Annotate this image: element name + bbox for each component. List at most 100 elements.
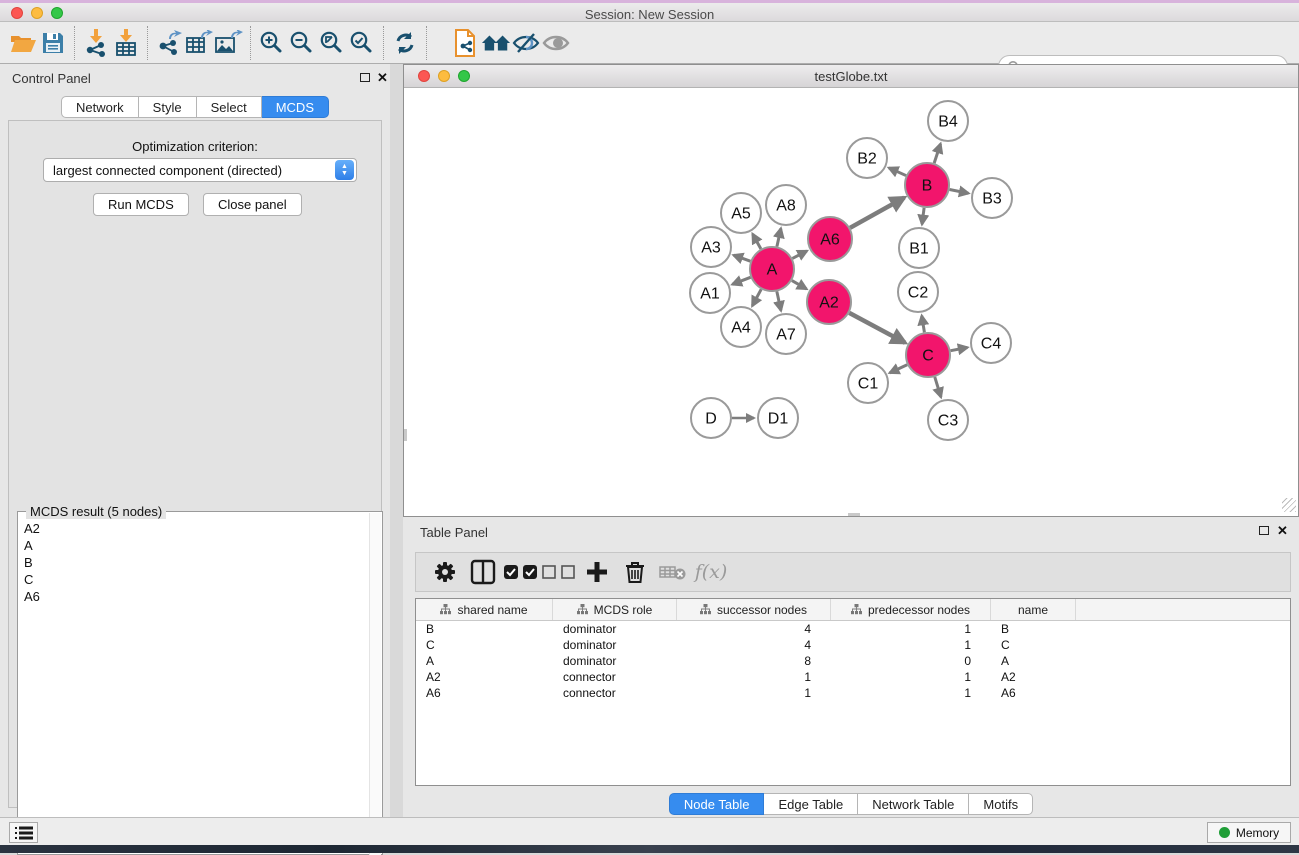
add-column-icon[interactable]: [578, 557, 616, 587]
network-window-titlebar[interactable]: testGlobe.txt: [404, 65, 1298, 88]
zoom-selected-icon[interactable]: [347, 28, 377, 58]
table-body[interactable]: Bdominator41BCdominator41CAdominator80AA…: [416, 621, 1290, 701]
edge-A-A6[interactable]: [792, 251, 806, 258]
graph-node-A5[interactable]: A5: [721, 193, 761, 233]
zoom-out-icon[interactable]: [287, 28, 317, 58]
table-cell[interactable]: dominator: [553, 621, 677, 637]
tab-select[interactable]: Select: [197, 96, 262, 118]
scrollbar[interactable]: [369, 513, 381, 855]
edge-A-A7[interactable]: [777, 291, 781, 310]
tab-mcds[interactable]: MCDS: [262, 96, 329, 118]
edge-C-C2[interactable]: [922, 316, 925, 333]
column-header-name[interactable]: name: [991, 599, 1076, 620]
zoom-fit-icon[interactable]: [317, 28, 347, 58]
edge-C-C1[interactable]: [890, 365, 907, 373]
edge-B-B1[interactable]: [922, 208, 924, 224]
table-cell[interactable]: connector: [553, 685, 677, 701]
network-graph-canvas[interactable]: B4B2BB3B1A5A8A6A3AA1A2A4A7C2CC4C1C3DD1: [404, 88, 1298, 516]
column-header-shared-name[interactable]: shared name: [416, 599, 553, 620]
graph-node-C2[interactable]: C2: [898, 272, 938, 312]
mcds-result-item[interactable]: A6: [20, 588, 368, 605]
graph-node-B[interactable]: B: [905, 163, 949, 207]
table-cell[interactable]: A: [991, 653, 1076, 669]
deselect-all-checkboxes-icon[interactable]: [540, 557, 578, 587]
show-panels-icon[interactable]: [541, 28, 571, 58]
graph-node-C4[interactable]: C4: [971, 323, 1011, 363]
close-panel-icon[interactable]: ✕: [1277, 523, 1288, 539]
graph-node-C1[interactable]: C1: [848, 363, 888, 403]
table-row[interactable]: A6connector11A6: [416, 685, 1290, 701]
delete-columns-icon[interactable]: [616, 557, 654, 587]
zoom-in-icon[interactable]: [257, 28, 287, 58]
tab-node-table[interactable]: Node Table: [669, 793, 765, 815]
edge-A6-B[interactable]: [850, 198, 904, 228]
graph-node-D1[interactable]: D1: [758, 398, 798, 438]
graph-node-A1[interactable]: A1: [690, 273, 730, 313]
float-panel-icon[interactable]: [360, 73, 370, 82]
edge-A-A4[interactable]: [752, 289, 761, 306]
edge-A-A3[interactable]: [734, 255, 751, 261]
table-cell[interactable]: C: [416, 637, 553, 653]
graph-node-A[interactable]: A: [750, 247, 794, 291]
table-cell[interactable]: 1: [677, 669, 831, 685]
table-row[interactable]: A2connector11A2: [416, 669, 1290, 685]
criterion-dropdown[interactable]: largest connected component (directed) ▲…: [43, 158, 357, 182]
tab-edge-table[interactable]: Edge Table: [764, 793, 858, 815]
table-cell[interactable]: 1: [677, 685, 831, 701]
mcds-result-item[interactable]: A: [20, 537, 368, 554]
home-icon[interactable]: [481, 28, 511, 58]
table-cell[interactable]: B: [991, 621, 1076, 637]
tab-network[interactable]: Network: [61, 96, 139, 118]
graph-node-B1[interactable]: B1: [899, 228, 939, 268]
graph-node-B2[interactable]: B2: [847, 138, 887, 178]
close-panel-button[interactable]: Close panel: [203, 193, 302, 216]
graph-node-A8[interactable]: A8: [766, 185, 806, 225]
table-cell[interactable]: 1: [831, 637, 991, 653]
mcds-result-item[interactable]: A2: [20, 520, 368, 537]
table-cell[interactable]: A6: [991, 685, 1076, 701]
graph-node-B3[interactable]: B3: [972, 178, 1012, 218]
graph-node-A4[interactable]: A4: [721, 307, 761, 347]
table-cell[interactable]: 1: [831, 621, 991, 637]
edge-B-B4[interactable]: [934, 144, 940, 163]
export-table-icon[interactable]: [184, 28, 214, 58]
import-network-icon[interactable]: [81, 28, 111, 58]
mcds-result-item[interactable]: B: [20, 554, 368, 571]
column-header-predecessor-nodes[interactable]: predecessor nodes: [831, 599, 991, 620]
table-cell[interactable]: 8: [677, 653, 831, 669]
column-header-successor-nodes[interactable]: successor nodes: [677, 599, 831, 620]
edge-A-A2[interactable]: [792, 281, 807, 289]
export-image-icon[interactable]: [214, 28, 244, 58]
table-cell[interactable]: A2: [991, 669, 1076, 685]
table-cell[interactable]: 1: [831, 669, 991, 685]
edge-C-C3[interactable]: [935, 377, 941, 397]
table-cell[interactable]: 4: [677, 637, 831, 653]
table-cell[interactable]: 1: [831, 685, 991, 701]
tab-style[interactable]: Style: [139, 96, 197, 118]
table-cell[interactable]: A2: [416, 669, 553, 685]
split-columns-icon[interactable]: [464, 557, 502, 587]
select-all-checkboxes-icon[interactable]: [502, 557, 540, 587]
function-builder-icon[interactable]: f(x): [692, 557, 730, 587]
delete-table-icon[interactable]: [654, 557, 692, 587]
table-cell[interactable]: connector: [553, 669, 677, 685]
graph-node-D[interactable]: D: [691, 398, 731, 438]
table-row[interactable]: Bdominator41B: [416, 621, 1290, 637]
edge-C-C4[interactable]: [951, 347, 968, 350]
graph-node-A2[interactable]: A2: [807, 280, 851, 324]
table-row[interactable]: Adominator80A: [416, 653, 1290, 669]
task-history-button[interactable]: [9, 822, 38, 843]
edge-B-B3[interactable]: [950, 190, 969, 194]
graph-node-A3[interactable]: A3: [691, 227, 731, 267]
mcds-result-item[interactable]: C: [20, 571, 368, 588]
mcds-result-list[interactable]: A2ABCA6: [20, 520, 368, 605]
graph-node-A6[interactable]: A6: [808, 217, 852, 261]
table-cell[interactable]: A: [416, 653, 553, 669]
gear-icon[interactable]: [426, 557, 464, 587]
edge-A2-C[interactable]: [849, 313, 905, 343]
tab-motifs[interactable]: Motifs: [969, 793, 1033, 815]
table-cell[interactable]: 4: [677, 621, 831, 637]
close-panel-icon[interactable]: ✕: [377, 70, 388, 86]
table-cell[interactable]: B: [416, 621, 553, 637]
graph-node-B4[interactable]: B4: [928, 101, 968, 141]
